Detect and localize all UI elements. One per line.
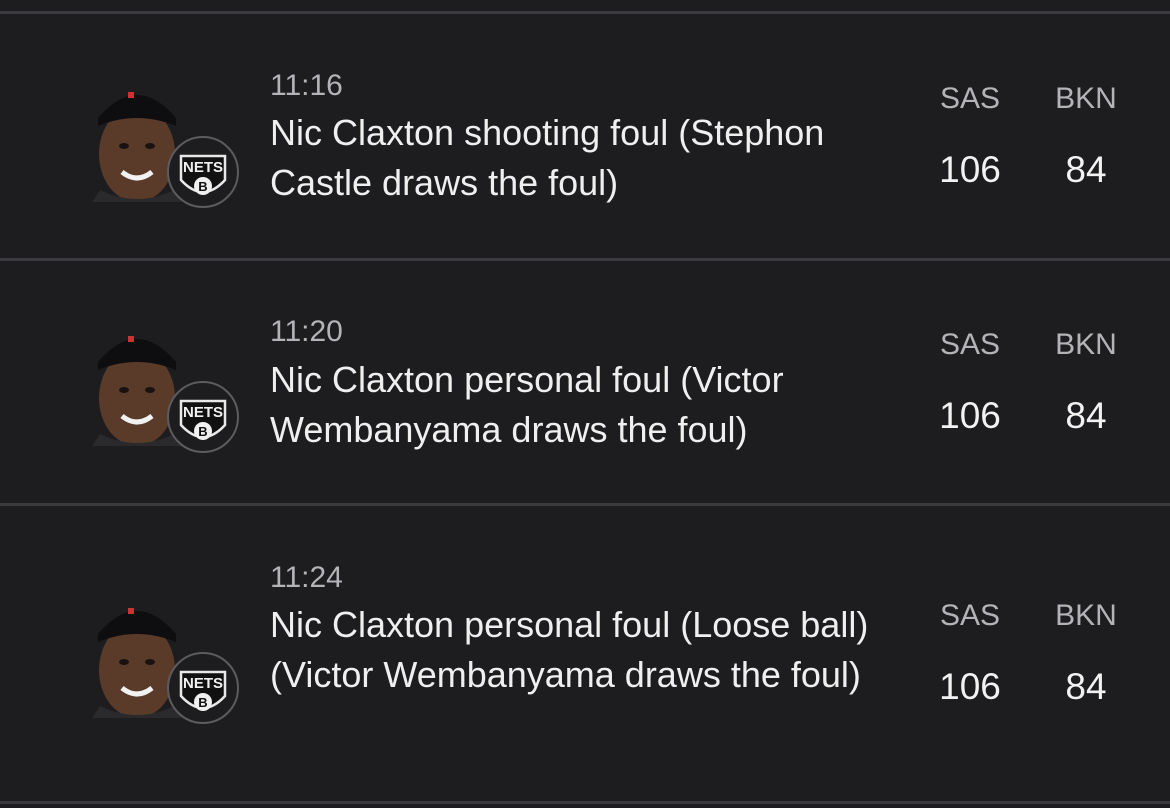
- away-score: 84: [1065, 666, 1107, 707]
- play-time: 11:20: [270, 315, 343, 348]
- team-logo-text: NETS: [183, 404, 223, 421]
- home-team-abbr: SAS: [939, 82, 1001, 115]
- away-team-abbr: BKN: [1055, 328, 1117, 361]
- home-team-abbr: SAS: [939, 599, 1001, 632]
- away-score: 84: [1065, 395, 1107, 436]
- away-team-abbr: BKN: [1055, 599, 1117, 632]
- team-logo-letter: B: [198, 695, 207, 710]
- nets-logo-icon: NETS B: [167, 381, 239, 453]
- play-time: 11:24: [270, 561, 343, 594]
- play-row[interactable]: NETS B 11:16 Nic Claxton shooting foul (…: [0, 14, 1170, 258]
- team-logo-text: NETS: [183, 159, 223, 176]
- nets-logo-icon: NETS B: [167, 136, 239, 208]
- team-logo-letter: B: [198, 424, 207, 439]
- home-score: 106: [939, 149, 1001, 190]
- play-description: Nic Claxton personal foul (Loose ball) (…: [270, 604, 869, 695]
- team-logo-text: NETS: [183, 675, 223, 692]
- play-row[interactable]: NETS B 11:24 Nic Claxton personal foul (…: [0, 506, 1170, 801]
- home-score: 106: [939, 666, 1001, 707]
- away-score: 84: [1065, 149, 1107, 190]
- row-divider: [0, 801, 1170, 804]
- nets-logo-icon: NETS B: [167, 652, 239, 724]
- play-row[interactable]: NETS B 11:20 Nic Claxton personal foul (…: [0, 261, 1170, 503]
- home-score: 106: [939, 395, 1001, 436]
- home-team-abbr: SAS: [939, 328, 1001, 361]
- play-description: Nic Claxton personal foul (Victor Wemban…: [270, 359, 784, 450]
- play-time: 11:16: [270, 69, 343, 102]
- away-team-abbr: BKN: [1055, 82, 1117, 115]
- team-logo-letter: B: [198, 179, 207, 194]
- play-description: Nic Claxton shooting foul (Stephon Castl…: [270, 112, 825, 203]
